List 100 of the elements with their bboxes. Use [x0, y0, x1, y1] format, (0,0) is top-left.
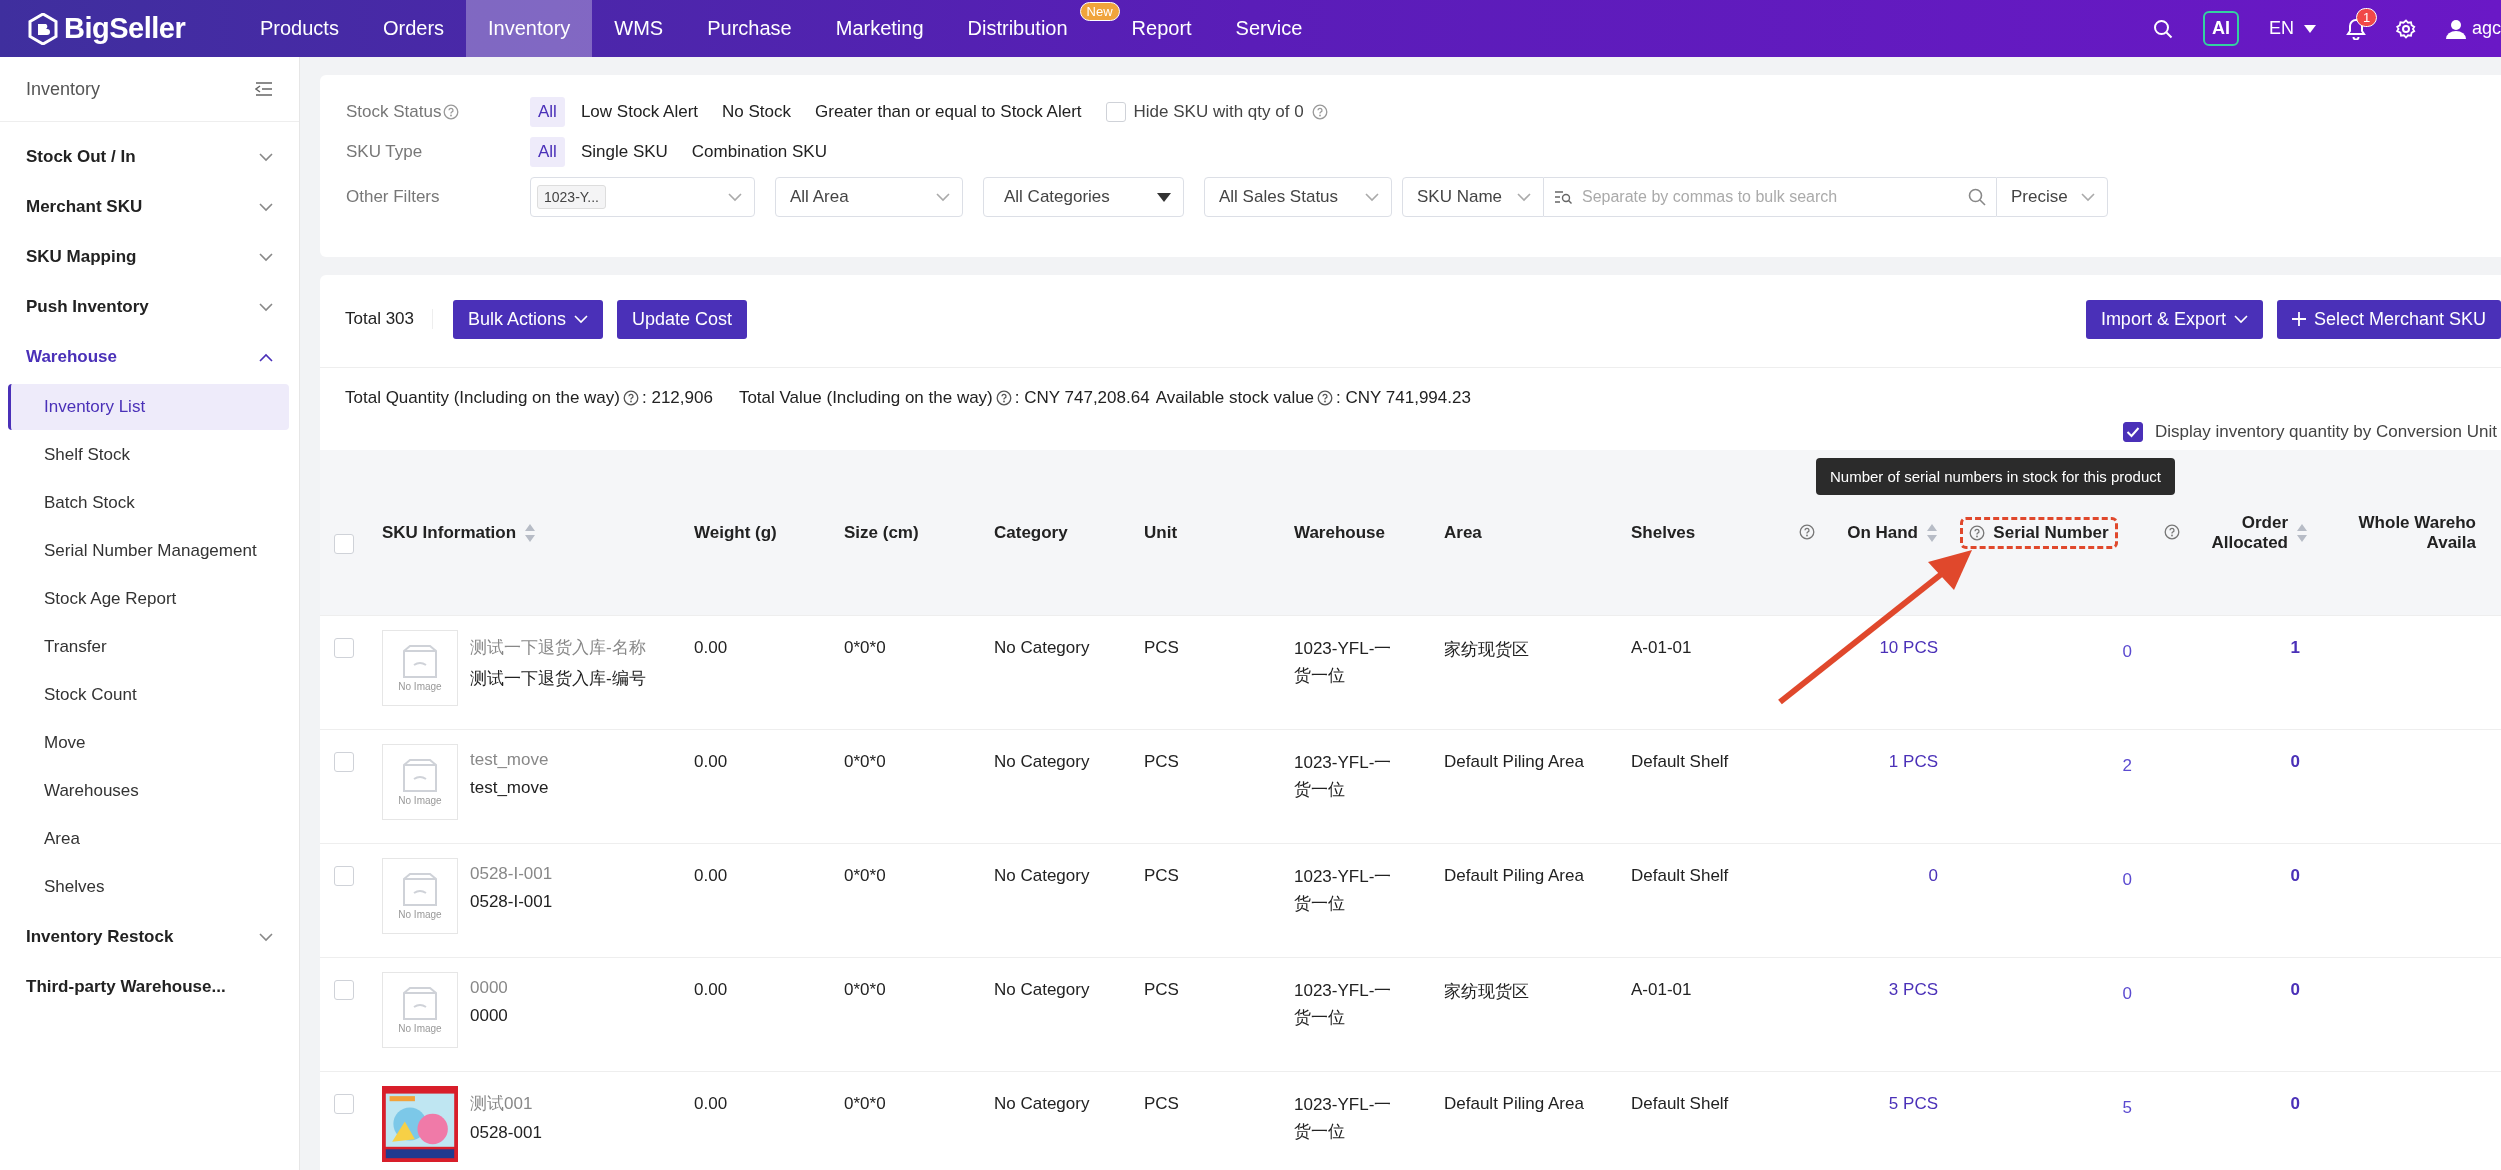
- sku-name[interactable]: 0528-I-001: [470, 864, 553, 884]
- sidebar-item[interactable]: Stock Age Report: [8, 576, 289, 622]
- logo-icon: [28, 12, 58, 45]
- table-cell: PCS: [1144, 980, 1179, 999]
- table-cell[interactable]: 3 PCS: [1888, 980, 1938, 999]
- summary-label: Total Value (Including on the way): [738, 388, 993, 408]
- help-icon: [995, 390, 1012, 406]
- chevron-down-icon: [1365, 192, 1379, 202]
- action-button[interactable]: Import & Export: [2085, 299, 2263, 339]
- nav-tab[interactable]: Service: [1213, 0, 1325, 57]
- table-cell[interactable]: 0: [2290, 752, 2308, 771]
- table-cell[interactable]: 2: [2122, 756, 2132, 776]
- filter-option[interactable]: Combination SKU: [683, 137, 835, 167]
- no-image-label: No Image: [398, 680, 442, 692]
- sku-name[interactable]: 测试001: [470, 1092, 542, 1115]
- sidebar-item[interactable]: Shelves: [8, 864, 289, 910]
- sidebar-title: Inventory: [26, 78, 101, 100]
- column-header: SKU Information: [382, 522, 517, 543]
- table-cell[interactable]: 0: [2122, 984, 2132, 1004]
- table-cell: No Category: [994, 1094, 1090, 1113]
- filter-option[interactable]: Low Stock Alert: [572, 97, 707, 127]
- table-cell: 0*0*0: [844, 752, 886, 771]
- column-header: Warehouse: [1294, 522, 1385, 543]
- table-cell[interactable]: 0: [2122, 642, 2132, 662]
- language-selector[interactable]: EN: [2268, 18, 2316, 39]
- nav-tab[interactable]: Products: [238, 0, 361, 57]
- sku-name[interactable]: 0000: [470, 978, 508, 998]
- category-select[interactable]: All Categories: [983, 177, 1184, 217]
- table-cell[interactable]: 5: [2122, 1098, 2132, 1118]
- sidebar-section[interactable]: Inventory Restock: [0, 912, 299, 962]
- sales-status-select[interactable]: All Sales Status: [1204, 177, 1392, 217]
- help-icon: [2164, 524, 2180, 540]
- column-header: Category: [994, 522, 1068, 543]
- checkbox[interactable]: [2122, 422, 2143, 442]
- sku-name[interactable]: test_move: [470, 750, 549, 770]
- ai-button[interactable]: AI: [2202, 11, 2239, 46]
- area-select[interactable]: All Area: [775, 177, 963, 217]
- sort-icon: [2296, 522, 2308, 543]
- search-type-select[interactable]: SKU Name: [1402, 177, 1544, 217]
- column-header: Unit: [1144, 522, 1178, 543]
- action-button[interactable]: Bulk Actions: [453, 299, 604, 339]
- checkbox-label: Display inventory quantity by Conversion Unit: [2154, 422, 2497, 442]
- table-cell[interactable]: 0: [2290, 866, 2308, 885]
- sidebar-section[interactable]: Third-party Warehouse...: [0, 962, 299, 1012]
- nav-tab[interactable]: Distribution New: [945, 0, 1124, 57]
- table-cell[interactable]: 10 PCS: [1879, 638, 1938, 657]
- match-mode-select[interactable]: Precise: [1996, 177, 2108, 217]
- nav-tab[interactable]: Purchase: [685, 0, 814, 57]
- sort-icon: [1926, 522, 1938, 543]
- filter-option[interactable]: Greater than or equal to Stock Alert: [807, 97, 1090, 127]
- table-cell[interactable]: 1 PCS: [1888, 752, 1938, 771]
- sidebar-item[interactable]: Area: [8, 816, 289, 862]
- summary-value: : CNY 747,208.64: [1014, 388, 1150, 408]
- table-cell: No Category: [994, 752, 1090, 771]
- nav-tab[interactable]: Inventory: [466, 0, 593, 57]
- sidebar-item[interactable]: Batch Stock: [8, 480, 289, 526]
- sidebar-item[interactable]: Stock Count: [8, 672, 289, 718]
- sku-code: 测试一下退货入库-编号: [470, 668, 646, 690]
- sidebar-section[interactable]: Push Inventory: [0, 282, 299, 332]
- table-cell-text: 1023-YFL-一货一位: [1294, 980, 1393, 1030]
- filter-label: Stock Status: [346, 102, 442, 122]
- table-cell[interactable]: 1: [2290, 638, 2308, 657]
- table-cell[interactable]: 0: [2290, 980, 2308, 999]
- filter-option[interactable]: All: [530, 137, 565, 167]
- warehouse-select[interactable]: 1023-Y...: [530, 177, 755, 217]
- sidebar-item[interactable]: Warehouses: [8, 768, 289, 814]
- filter-option[interactable]: All: [530, 97, 565, 127]
- sidebar-item[interactable]: Shelf Stock: [8, 432, 289, 478]
- sidebar-section[interactable]: Merchant SKU: [0, 182, 299, 232]
- filter-label: Other Filters: [346, 187, 440, 207]
- sidebar-item[interactable]: Serial Number Management: [8, 528, 289, 574]
- collapse-icon: [255, 82, 273, 96]
- action-button[interactable]: Update Cost: [617, 299, 748, 339]
- table-cell[interactable]: 0: [2122, 870, 2132, 890]
- table-cell[interactable]: 0: [1928, 866, 1938, 885]
- filter-option[interactable]: Single SKU: [572, 137, 676, 167]
- table-cell[interactable]: 0: [2290, 1094, 2308, 1113]
- box-icon: [400, 644, 440, 679]
- sidebar-item[interactable]: Move: [8, 720, 289, 766]
- nav-tab[interactable]: WMS: [592, 0, 686, 57]
- nav-tab[interactable]: Orders: [360, 0, 467, 57]
- sidebar-item[interactable]: Transfer: [8, 624, 289, 670]
- bell-icon: [2345, 17, 2366, 40]
- sku-name[interactable]: 测试一下退货入库-名称: [470, 636, 646, 659]
- filter-option[interactable]: No Stock: [714, 97, 800, 127]
- column-header: Serial Number: [1993, 522, 2109, 543]
- sidebar-section[interactable]: Stock Out / In: [0, 132, 299, 182]
- table-cell-text: 1023-YFL-一货一位: [1294, 638, 1393, 688]
- selected-tag: 1023-Y...: [537, 185, 606, 209]
- box-icon: [400, 872, 440, 907]
- table-cell: Default Piling Area: [1444, 1094, 1584, 1113]
- action-button[interactable]: Select Merchant SKU: [2276, 299, 2501, 339]
- nav-tab[interactable]: Marketing: [813, 0, 946, 57]
- sidebar-section[interactable]: Warehouse: [0, 332, 299, 382]
- sidebar-item[interactable]: Inventory List: [8, 384, 289, 430]
- table-cell: Default Piling Area: [1444, 752, 1584, 771]
- column-header: Order Allocated: [2211, 512, 2288, 553]
- table-cell[interactable]: 5 PCS: [1888, 1094, 1938, 1113]
- sidebar-section[interactable]: SKU Mapping: [0, 232, 299, 282]
- user-name[interactable]: agc: [2471, 18, 2501, 39]
